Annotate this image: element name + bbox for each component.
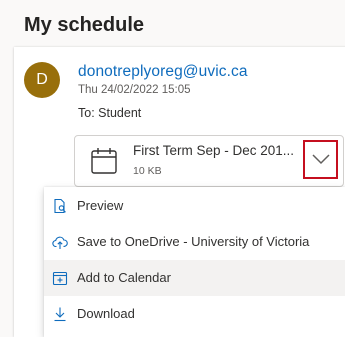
preview-icon	[52, 198, 68, 214]
menu-item-label: Add to Calendar	[77, 270, 171, 285]
message-date: Thu 24/02/2022 15:05	[78, 84, 191, 96]
recipient-line: To: Student	[78, 106, 142, 120]
sender-name[interactable]: donotreplyoreg@uvic.ca	[78, 63, 248, 81]
attachment-menu: Preview Save to OneDrive - University of…	[44, 187, 345, 337]
menu-item-label: Save to OneDrive - University of Victori…	[77, 234, 310, 249]
menu-item-label: Download	[77, 306, 135, 321]
menu-item-preview[interactable]: Preview	[44, 188, 345, 224]
menu-item-add-to-calendar[interactable]: Add to Calendar	[44, 260, 345, 296]
menu-item-save-to-onedrive[interactable]: Save to OneDrive - University of Victori…	[44, 224, 345, 260]
calendar-icon	[89, 146, 119, 176]
attachment-options-button[interactable]	[303, 140, 338, 179]
calendar-add-icon	[52, 270, 68, 286]
download-icon	[52, 306, 68, 322]
menu-item-download[interactable]: Download	[44, 296, 345, 332]
menu-item-label: Preview	[77, 198, 124, 213]
attachment-size: 10 KB	[133, 165, 162, 177]
page-title: My schedule	[24, 14, 145, 36]
avatar[interactable]: D	[24, 62, 60, 98]
attachment-name: First Term Sep - Dec 201...	[133, 143, 295, 158]
cloud-upload-icon	[52, 234, 68, 250]
